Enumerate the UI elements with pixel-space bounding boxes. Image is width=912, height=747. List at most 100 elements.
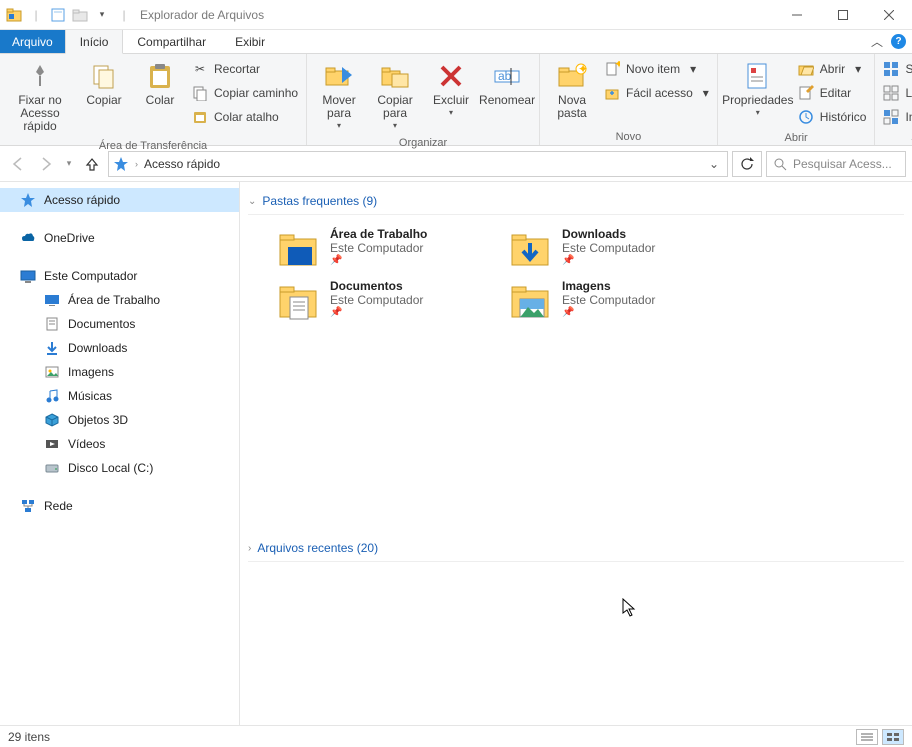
selectnone-label: Limpar seleção xyxy=(905,86,912,100)
tab-share[interactable]: Compartilhar xyxy=(123,30,221,53)
newitem-label: Novo item xyxy=(626,62,680,76)
selectall-icon xyxy=(883,61,899,77)
section-frequent-label: Pastas frequentes (9) xyxy=(262,194,377,208)
tile-documents[interactable]: Documentos Este Computador 📌 xyxy=(276,279,496,323)
delete-label: Excluir xyxy=(433,94,469,107)
qat-customize-icon[interactable]: ▾ xyxy=(92,5,112,25)
rename-button[interactable]: ab Renomear xyxy=(479,56,535,111)
cut-button[interactable]: ✂ Recortar xyxy=(192,58,298,80)
quickaccess-icon xyxy=(113,156,129,172)
newfolder-label: Nova pasta xyxy=(546,94,598,120)
pasteshortcut-button[interactable]: Colar atalho xyxy=(192,106,298,128)
up-button[interactable] xyxy=(80,152,104,176)
selectnone-button[interactable]: Limpar seleção xyxy=(883,82,912,104)
tab-file[interactable]: Arquivo xyxy=(0,30,65,53)
close-button[interactable] xyxy=(866,0,912,30)
history-button[interactable]: Histórico xyxy=(798,106,867,128)
copypath-button[interactable]: Copiar caminho xyxy=(192,82,298,104)
newfolder-button[interactable]: ✦ Nova pasta xyxy=(544,56,600,124)
sidebar-item-quickaccess[interactable]: Acesso rápido xyxy=(0,188,239,212)
sidebar-item-music[interactable]: Músicas xyxy=(0,384,239,408)
section-recent[interactable]: › Arquivos recentes (20) xyxy=(248,535,904,562)
pin-quickaccess-button[interactable]: Fixar no Acesso rápido xyxy=(4,56,76,138)
group-select: Selecionar tudo Limpar seleção Inverter … xyxy=(875,54,912,145)
delete-icon xyxy=(435,60,467,92)
desktop-icon xyxy=(44,292,60,308)
view-details-button[interactable] xyxy=(856,729,878,745)
group-select-label: Selecionar xyxy=(879,130,912,146)
tab-home[interactable]: Início xyxy=(65,30,124,54)
maximize-button[interactable] xyxy=(820,0,866,30)
cut-icon: ✂ xyxy=(192,61,208,77)
properties-button[interactable]: Propriedades▾ xyxy=(722,56,794,122)
edit-button[interactable]: Editar xyxy=(798,82,867,104)
section-recent-label: Arquivos recentes (20) xyxy=(257,541,378,555)
address-bar[interactable]: › Acesso rápido ⌄ xyxy=(108,151,728,177)
sidebar-item-network[interactable]: Rede xyxy=(0,494,239,518)
minimize-button[interactable] xyxy=(774,0,820,30)
tile-downloads-sub: Este Computador xyxy=(562,241,655,255)
sidebar-item-3dobjects[interactable]: Objetos 3D xyxy=(0,408,239,432)
group-new: ✦ Nova pasta ✦Novo item▾ Fácil acesso▾ N… xyxy=(540,54,718,145)
tile-downloads-name: Downloads xyxy=(562,227,655,241)
pasteshortcut-label: Colar atalho xyxy=(214,110,279,124)
address-dropdown-icon[interactable]: ⌄ xyxy=(705,157,723,171)
help-icon[interactable]: ? xyxy=(891,34,906,49)
history-label: Histórico xyxy=(820,110,867,124)
properties-label: Propriedades xyxy=(722,94,793,107)
cut-label: Recortar xyxy=(214,62,260,76)
copy-icon xyxy=(88,60,120,92)
rename-label: Renomear xyxy=(479,94,535,107)
sidebar-item-downloads[interactable]: Downloads xyxy=(0,336,239,360)
breadcrumb-location[interactable]: Acesso rápido xyxy=(144,157,220,171)
recent-locations-button[interactable]: ▾ xyxy=(62,152,76,176)
svg-text:✦: ✦ xyxy=(578,63,587,76)
qat-newfolder-icon[interactable] xyxy=(70,5,90,25)
tab-view-label: Exibir xyxy=(235,35,265,49)
forward-button[interactable] xyxy=(34,152,58,176)
sidebar-item-pictures[interactable]: Imagens xyxy=(0,360,239,384)
tile-downloads[interactable]: Downloads Este Computador 📌 xyxy=(508,227,728,271)
sidebar-item-desktop[interactable]: Área de Trabalho xyxy=(0,288,239,312)
copyto-button[interactable]: Copiar para▾ xyxy=(367,56,423,135)
sidebar-item-documents[interactable]: Documentos xyxy=(0,312,239,336)
sidebar-item-onedrive[interactable]: OneDrive xyxy=(0,226,239,250)
newitem-button[interactable]: ✦Novo item▾ xyxy=(604,58,709,80)
sidebar-item-localdisk[interactable]: Disco Local (C:) xyxy=(0,456,239,480)
window-title: Explorador de Arquivos xyxy=(140,8,264,22)
selectnone-icon xyxy=(883,85,899,101)
paste-button[interactable]: Colar xyxy=(132,56,188,111)
tile-pictures-name: Imagens xyxy=(562,279,655,293)
sidebar-downloads-label: Downloads xyxy=(68,341,127,355)
view-large-button[interactable] xyxy=(882,729,904,745)
open-button[interactable]: Abrir▾ xyxy=(798,58,867,80)
search-box[interactable]: Pesquisar Acess... xyxy=(766,151,906,177)
pictures-icon xyxy=(44,364,60,380)
easyaccess-button[interactable]: Fácil acesso▾ xyxy=(604,82,709,104)
collapse-ribbon-icon[interactable]: ︿ xyxy=(871,33,883,50)
tab-view[interactable]: Exibir xyxy=(221,30,280,53)
open-label: Abrir xyxy=(820,62,845,76)
tile-pictures[interactable]: Imagens Este Computador 📌 xyxy=(508,279,728,323)
tile-pictures-sub: Este Computador xyxy=(562,293,655,307)
paste-icon xyxy=(144,60,176,92)
music-icon xyxy=(44,388,60,404)
refresh-button[interactable] xyxy=(732,151,762,177)
easyaccess-label: Fácil acesso xyxy=(626,86,693,100)
pin-icon xyxy=(24,60,56,92)
chevron-right-icon: › xyxy=(248,543,251,554)
edit-label: Editar xyxy=(820,86,851,100)
sidebar-item-thispc[interactable]: Este Computador xyxy=(0,264,239,288)
folder-pictures-icon xyxy=(508,279,552,323)
tile-desktop[interactable]: Área de Trabalho Este Computador 📌 xyxy=(276,227,496,271)
delete-button[interactable]: Excluir▾ xyxy=(423,56,479,122)
section-frequent[interactable]: ⌄ Pastas frequentes (9) xyxy=(248,188,904,215)
qat-properties-icon[interactable] xyxy=(48,5,68,25)
sidebar-item-videos[interactable]: Vídeos xyxy=(0,432,239,456)
invert-button[interactable]: Inverter seleção xyxy=(883,106,912,128)
copy-button[interactable]: Copiar xyxy=(76,56,132,111)
moveto-button[interactable]: Mover para▾ xyxy=(311,56,367,135)
back-button[interactable] xyxy=(6,152,30,176)
selectall-button[interactable]: Selecionar tudo xyxy=(883,58,912,80)
quickaccess-star-icon xyxy=(20,192,36,208)
